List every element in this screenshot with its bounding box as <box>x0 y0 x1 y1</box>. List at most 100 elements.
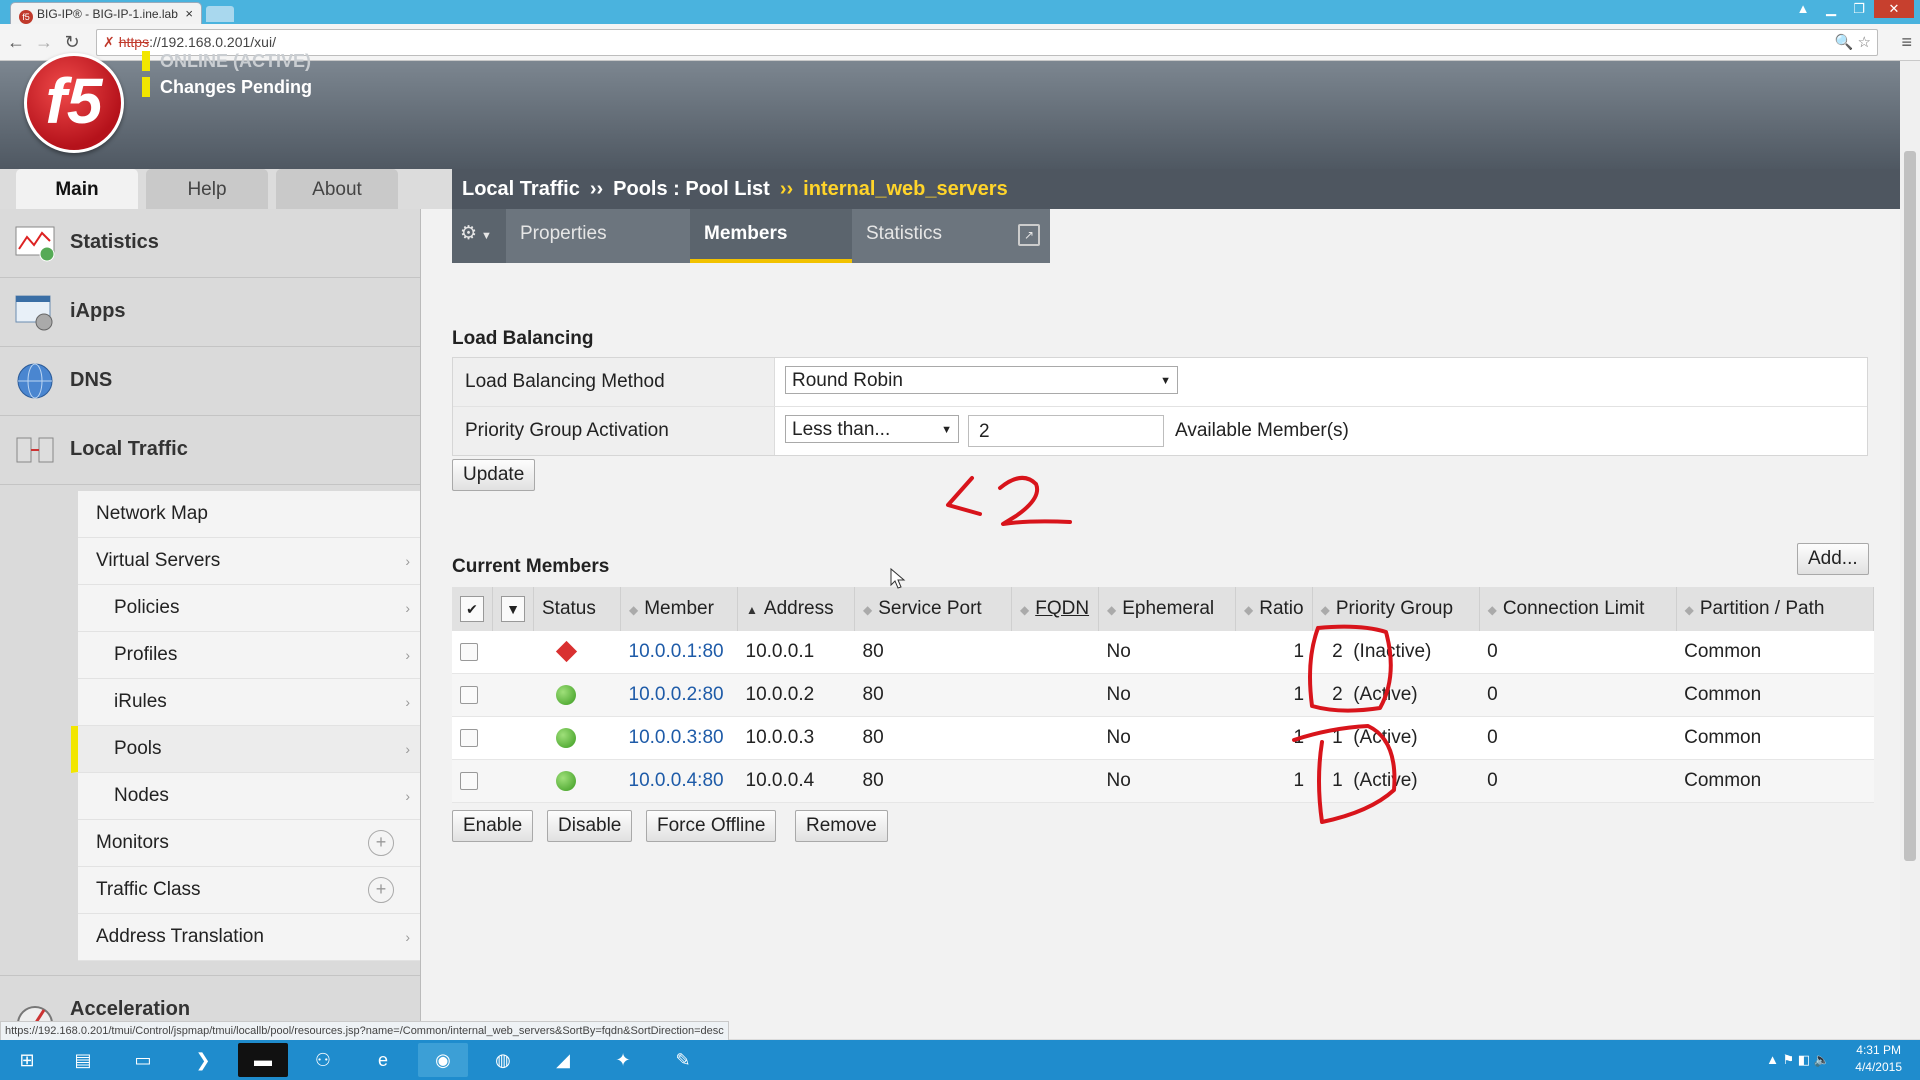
breadcrumb-pool-list[interactable]: Pools : Pool List <box>613 178 770 200</box>
add-traffic-class-icon[interactable]: + <box>368 877 394 903</box>
notepad-icon[interactable]: ✎ <box>658 1043 708 1077</box>
minimize-icon[interactable]: ▁ <box>1818 0 1844 18</box>
sidebar-item-traffic-class[interactable]: Traffic Class + <box>78 867 420 914</box>
forward-icon[interactable]: → <box>32 30 56 54</box>
select-menu-header[interactable]: ▼ <box>492 587 534 631</box>
row-checkbox[interactable] <box>460 642 478 661</box>
address-bar[interactable]: ✗ https://192.168.0.201/xui/ 🔍 ☆ <box>96 29 1878 56</box>
tab-help[interactable]: Help <box>146 169 268 209</box>
member-link[interactable]: 10.0.0.2:80 <box>629 684 724 705</box>
wireshark-icon[interactable]: ◢ <box>538 1043 588 1077</box>
col-ephemeral[interactable]: ◆ Ephemeral <box>1098 587 1236 631</box>
sidebar-item-nodes[interactable]: Nodes › <box>78 773 420 820</box>
disable-button[interactable]: Disable <box>547 810 633 842</box>
pool-subtabs: ⚙ ▼ Properties Members Statistics ↗ <box>452 209 1050 263</box>
restore-icon[interactable]: ❐ <box>1846 0 1872 18</box>
status-url: https://192.168.0.201/tmui/Control/jspma… <box>0 1021 729 1041</box>
status-down-icon <box>555 641 577 663</box>
member-link[interactable]: 10.0.0.1:80 <box>629 641 724 662</box>
col-fqdn[interactable]: ◆ FQDN <box>1011 587 1099 631</box>
priority-cell: 1 (Active) <box>1312 716 1480 760</box>
tab-about[interactable]: About <box>276 169 398 209</box>
col-address[interactable]: ▲ Address <box>737 587 855 631</box>
col-ratio[interactable]: ◆ Ratio <box>1235 587 1313 631</box>
powershell-icon[interactable]: ❯ <box>178 1043 228 1077</box>
tab-main[interactable]: Main <box>16 169 138 209</box>
remove-button[interactable]: Remove <box>795 810 888 842</box>
select-all-header[interactable]: ✔ <box>452 587 493 631</box>
network-tool-icon[interactable]: ✦ <box>598 1043 648 1077</box>
sidebar-section-local-traffic[interactable]: Local Traffic <box>0 416 420 485</box>
sidebar-item-monitors[interactable]: Monitors + <box>78 820 420 867</box>
address-cell: 10.0.0.4 <box>737 759 855 803</box>
sidebar-section-dns[interactable]: DNS <box>0 347 420 416</box>
table-row: 10.0.0.1:80 10.0.0.1 80 No 1 2 (Inactive… <box>452 631 1874 674</box>
internet-explorer-icon[interactable]: e <box>358 1043 408 1077</box>
sidebar-item-address-translation[interactable]: Address Translation › <box>78 914 420 961</box>
sidebar-item-network-map[interactable]: Network Map <box>78 491 420 538</box>
user-icon[interactable]: ▲ <box>1790 0 1816 18</box>
col-ephemeral-label: Ephemeral <box>1122 598 1215 619</box>
add-member-button[interactable]: Add... <box>1797 543 1869 575</box>
file-explorer-icon[interactable]: ▭ <box>118 1043 168 1077</box>
add-monitor-icon[interactable]: + <box>368 830 394 856</box>
col-priority-group[interactable]: ◆ Priority Group <box>1312 587 1480 631</box>
force-offline-button[interactable]: Force Offline <box>646 810 777 842</box>
firefox-icon[interactable]: ◍ <box>478 1043 528 1077</box>
sidebar-item-irules[interactable]: iRules › <box>78 679 420 726</box>
taskbar-clock[interactable]: 4:31 PM 4/4/2015 <box>1855 1042 1902 1076</box>
sidebar-item-profiles[interactable]: Profiles › <box>78 632 420 679</box>
row-checkbox[interactable] <box>460 728 478 747</box>
globe-icon <box>17 363 53 399</box>
col-status[interactable]: Status <box>533 587 621 631</box>
network-icon[interactable]: ⚇ <box>298 1043 348 1077</box>
chrome-icon[interactable]: ◉ <box>418 1043 468 1077</box>
sidebar-item-policies[interactable]: Policies › <box>78 585 420 632</box>
browser-menu-icon[interactable]: ≡ <box>1901 32 1912 53</box>
back-icon[interactable]: ← <box>4 30 28 54</box>
new-tab-button[interactable] <box>206 6 234 22</box>
enable-button[interactable]: Enable <box>452 810 534 842</box>
member-link[interactable]: 10.0.0.3:80 <box>629 727 724 748</box>
sidebar-item-pools[interactable]: Pools › <box>71 726 420 773</box>
update-button[interactable]: Update <box>452 459 536 491</box>
tab-statistics[interactable]: Statistics ↗ <box>852 209 1050 263</box>
reload-icon[interactable]: ↻ <box>60 30 84 54</box>
close-tab-icon[interactable]: × <box>185 3 193 25</box>
start-windows-icon[interactable]: ⊞ <box>2 1043 52 1077</box>
system-tray-icons[interactable]: ▲ ⚑ ◧ 🔈 <box>1766 1052 1830 1068</box>
pga-select[interactable]: Less than... ▼ <box>785 415 959 443</box>
col-partition[interactable]: ◆ Partition / Path <box>1676 587 1875 631</box>
mouse-cursor-icon <box>890 567 906 589</box>
scrollbar-thumb[interactable] <box>1904 151 1916 861</box>
tab-members[interactable]: Members <box>690 209 852 263</box>
row-checkbox[interactable] <box>460 685 478 704</box>
sidebar-section-iapps[interactable]: iApps <box>0 278 420 347</box>
row-checkbox[interactable] <box>460 771 478 790</box>
close-window-icon[interactable]: ✕ <box>1874 0 1914 18</box>
pga-count-input[interactable]: 2 <box>968 415 1164 447</box>
tab-properties[interactable]: Properties <box>506 209 690 263</box>
chevron-down-icon[interactable]: ▼ <box>501 596 525 622</box>
status-up-icon <box>555 770 576 791</box>
gear-menu[interactable]: ⚙ ▼ <box>452 209 506 263</box>
sidebar-item-virtual-servers[interactable]: Virtual Servers › <box>78 538 420 585</box>
col-service-port[interactable]: ◆ Service Port <box>854 587 1012 631</box>
breadcrumb-local-traffic[interactable]: Local Traffic <box>462 178 580 200</box>
col-connection-limit[interactable]: ◆ Connection Limit <box>1479 587 1677 631</box>
browser-tab[interactable]: f5 BIG-IP® - BIG-IP-1.ine.lab × <box>10 2 202 25</box>
col-member[interactable]: ◆ Member <box>620 587 738 631</box>
select-all-checkbox[interactable]: ✔ <box>460 596 484 622</box>
popout-icon[interactable]: ↗ <box>1018 224 1040 246</box>
changes-pending[interactable]: Changes Pending <box>142 77 312 98</box>
sidebar-item-label: iRules <box>114 691 167 712</box>
priority-cell: 2 (Active) <box>1312 673 1480 717</box>
command-prompt-icon[interactable]: ▬ <box>238 1043 288 1077</box>
lb-method-select[interactable]: Round Robin ▼ <box>785 366 1178 394</box>
sidebar-item-label: Policies <box>114 597 180 618</box>
member-link[interactable]: 10.0.0.4:80 <box>629 770 724 791</box>
server-manager-icon[interactable]: ▤ <box>58 1043 108 1077</box>
zoom-star-icons[interactable]: 🔍 ☆ <box>1835 30 1871 55</box>
sidebar-section-statistics[interactable]: Statistics <box>0 209 420 278</box>
page-scrollbar[interactable] <box>1900 61 1920 1039</box>
